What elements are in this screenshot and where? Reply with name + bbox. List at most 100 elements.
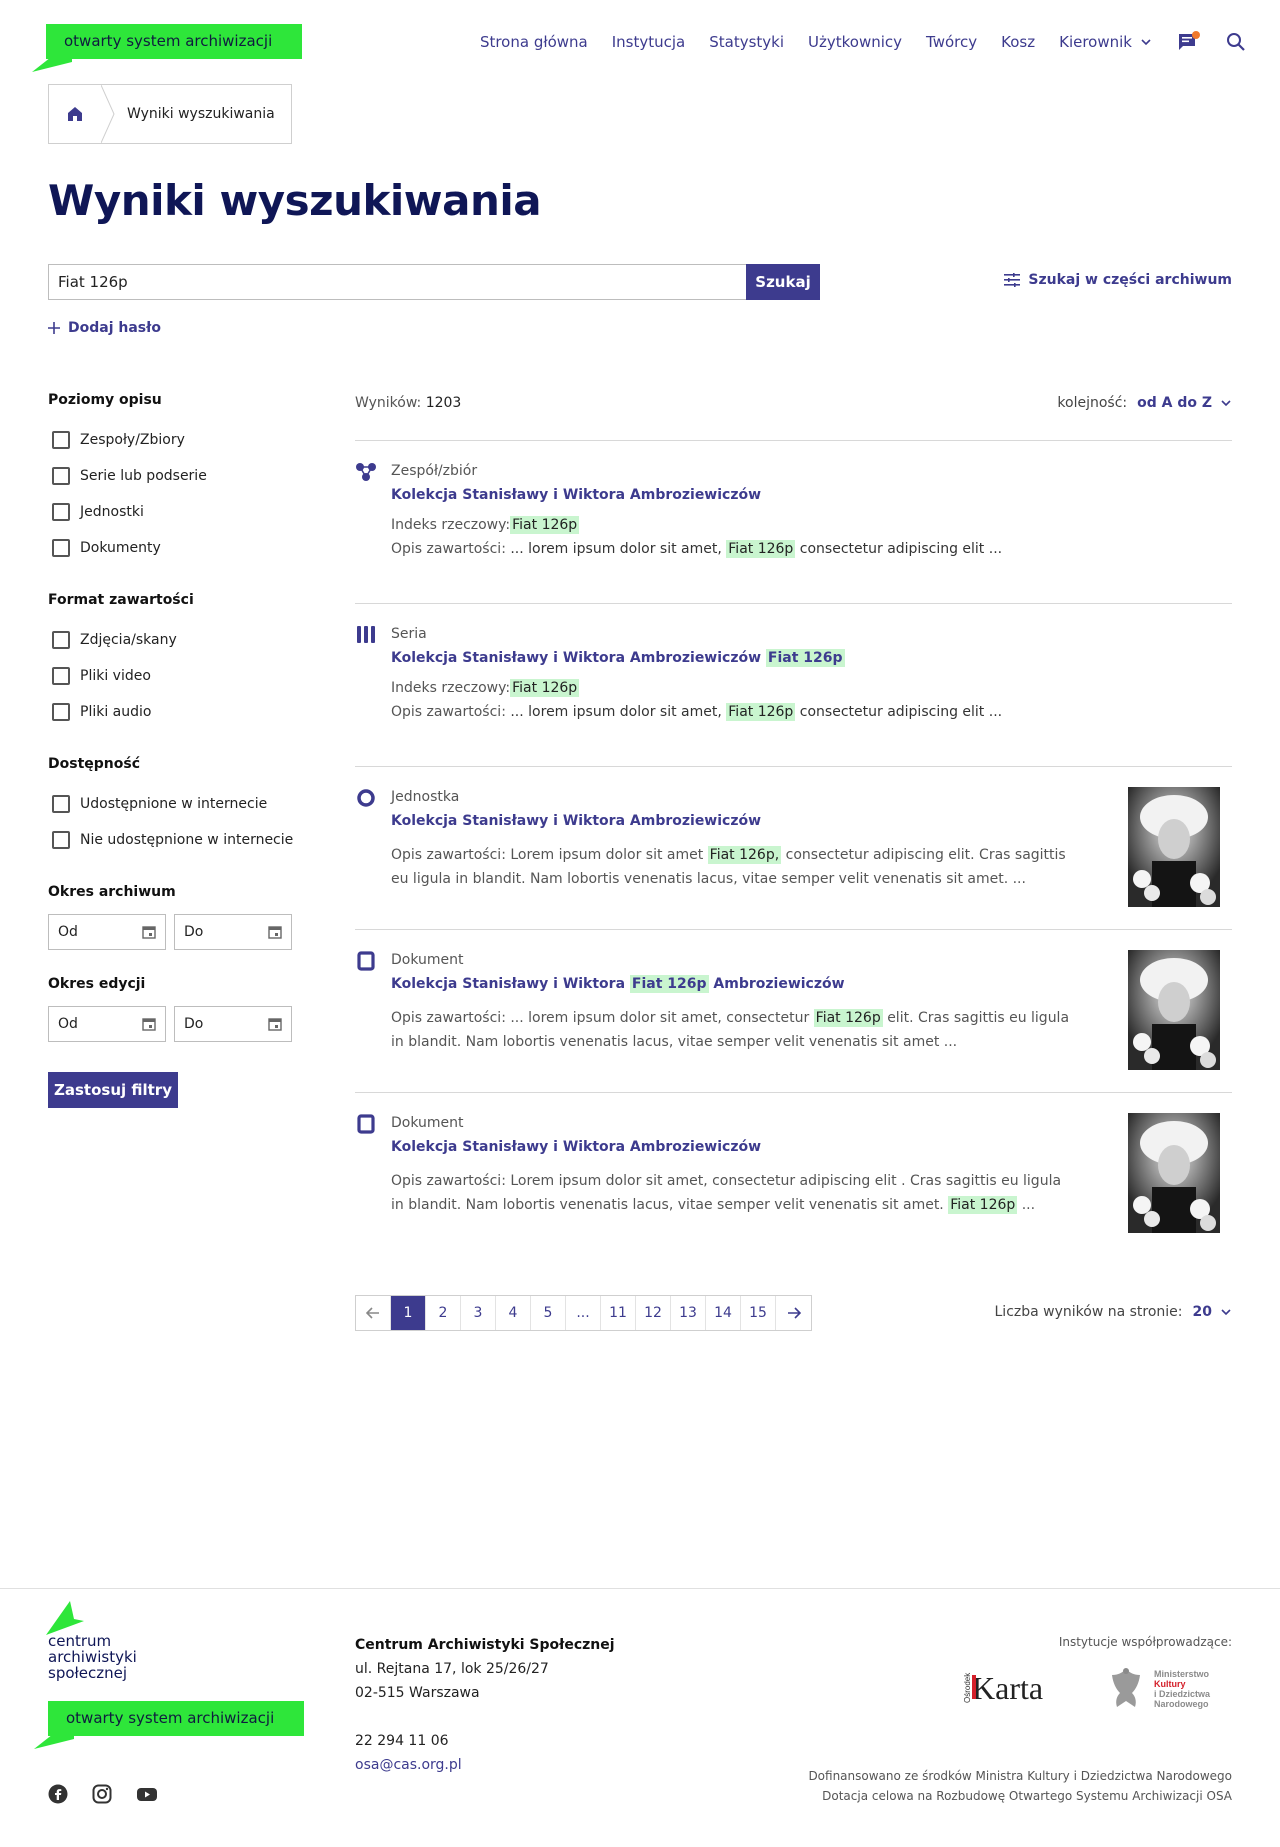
email-link[interactable]: osa@cas.org.pl xyxy=(355,1757,462,1773)
user-menu-label: Kierownik xyxy=(1059,33,1132,51)
checkbox[interactable] xyxy=(52,503,70,521)
checkbox[interactable] xyxy=(52,703,70,721)
address-line: ul. Rejtana 17, lok 25/26/27 xyxy=(355,1661,549,1677)
page-button[interactable]: 11 xyxy=(601,1296,636,1330)
date-to-field[interactable]: Do xyxy=(174,1006,292,1042)
search-input[interactable] xyxy=(48,264,746,300)
filter-option[interactable]: Zespoły/Zbiory xyxy=(48,422,308,458)
filter-title: Poziomy opisu xyxy=(48,392,162,408)
result-title-text: Kolekcja Stanisławy i Wiktora xyxy=(391,976,626,992)
date-placeholder: Od xyxy=(58,924,78,940)
apply-filters-button[interactable]: Zastosuj filtry xyxy=(48,1072,178,1108)
osa-logo[interactable]: otwarty system archiwizacji xyxy=(32,24,302,72)
result-index: Indeks rzeczowy: Fiat 126p xyxy=(391,679,580,697)
partial-search-link[interactable]: Szukaj w części archiwum xyxy=(1004,272,1232,288)
checkbox[interactable] xyxy=(52,795,70,813)
breadcrumb-home[interactable] xyxy=(49,85,101,143)
page-button[interactable]: 12 xyxy=(636,1296,671,1330)
calendar-icon xyxy=(142,926,156,939)
search-submit-button[interactable]: Szukaj xyxy=(746,264,820,300)
page-button[interactable]: 2 xyxy=(426,1296,461,1330)
chevron-down-icon xyxy=(1141,39,1151,46)
date-from-field[interactable]: Od xyxy=(48,914,166,950)
document-icon xyxy=(357,1114,375,1134)
ministry-logo[interactable]: Ministerstwo Kultury i Dziedzictwa Narod… xyxy=(1104,1665,1232,1713)
filter-option[interactable]: Zdjęcia/skany xyxy=(48,622,308,658)
date-from-field[interactable]: Od xyxy=(48,1006,166,1042)
add-term-button[interactable]: Dodaj hasło xyxy=(48,320,161,336)
breadcrumb-current: Wyniki wyszukiwania xyxy=(127,106,275,122)
filter-title: Okres archiwum xyxy=(48,884,176,900)
checkbox[interactable] xyxy=(52,631,70,649)
result-type: Zespół/zbiór xyxy=(391,463,478,479)
filter-option[interactable]: Pliki video xyxy=(48,658,308,694)
search-highlight: Fiat 126p xyxy=(510,516,580,534)
filter-option[interactable]: Udostępnione w internecie xyxy=(48,786,308,822)
filter-option[interactable]: Pliki audio xyxy=(48,694,308,730)
nav-trash[interactable]: Kosz xyxy=(1001,33,1035,51)
sort-label: kolejność: xyxy=(1057,395,1128,411)
calendar-icon xyxy=(142,1018,156,1031)
page-button[interactable]: 4 xyxy=(496,1296,531,1330)
checkbox[interactable] xyxy=(52,831,70,849)
result-title-link[interactable]: Kolekcja Stanisławy i Wiktora Ambroziewi… xyxy=(391,1139,761,1155)
nav-users[interactable]: Użytkownicy xyxy=(808,33,902,51)
option-label: Pliki audio xyxy=(80,704,152,720)
instagram-icon[interactable] xyxy=(92,1784,112,1808)
breadcrumb-separator xyxy=(101,85,115,143)
next-page-button[interactable] xyxy=(776,1296,811,1330)
home-icon xyxy=(68,107,82,121)
cas-logo-line: społecznej xyxy=(48,1664,128,1682)
option-label: Nie udostępnione w internecie xyxy=(80,832,294,848)
messages-button[interactable] xyxy=(1176,30,1200,54)
per-page-control: Liczba wyników na stronie: 20 xyxy=(995,1304,1233,1320)
result-title-link[interactable]: Kolekcja Stanisławy i Wiktora Ambroziewi… xyxy=(391,649,845,667)
filter-option[interactable]: Dokumenty xyxy=(48,530,308,566)
arrow-right-icon xyxy=(787,1307,801,1319)
per-page-dropdown[interactable]: 20 xyxy=(1193,1304,1232,1320)
results-count-label: Wyników: xyxy=(355,395,422,411)
result-description: Opis zawartości: Lorem ipsum dolor sit a… xyxy=(391,843,1071,891)
checkbox[interactable] xyxy=(52,667,70,685)
search-highlight: Fiat 126p xyxy=(813,1009,883,1027)
youtube-icon[interactable] xyxy=(136,1784,158,1808)
result-title-link[interactable]: Kolekcja Stanisławy i Wiktora Fiat 126p … xyxy=(391,975,845,993)
user-menu[interactable]: Kierownik xyxy=(1059,33,1152,51)
filter-option[interactable]: Jednostki xyxy=(48,494,308,530)
search-button[interactable] xyxy=(1224,30,1248,54)
nav-creators[interactable]: Twórcy xyxy=(926,33,977,51)
karta-logo[interactable]: Ośrodek Karta xyxy=(958,1667,1068,1707)
filter-title: Dostępność xyxy=(48,756,140,772)
page-button[interactable]: 14 xyxy=(706,1296,741,1330)
footer: centrum archiwistyki społecznej otwarty … xyxy=(0,1588,1280,1847)
result-title-link[interactable]: Kolekcja Stanisławy i Wiktora Ambroziewi… xyxy=(391,813,761,829)
page-title: Wyniki wyszukiwania xyxy=(48,176,542,225)
checkbox[interactable] xyxy=(52,539,70,557)
result-type: Dokument xyxy=(391,952,464,968)
result-thumbnail[interactable] xyxy=(1128,1113,1220,1233)
result-thumbnail[interactable] xyxy=(1128,950,1220,1070)
result-title-text: Ambroziewiczów xyxy=(713,976,845,992)
prev-page-button[interactable] xyxy=(356,1296,391,1330)
page-button[interactable]: 1 xyxy=(391,1296,426,1330)
logo-text: otwarty system archiwizacji xyxy=(46,24,302,59)
org-name: Centrum Archiwistyki Społecznej xyxy=(355,1637,615,1653)
date-to-field[interactable]: Do xyxy=(174,914,292,950)
sort-dropdown[interactable]: od A do Z xyxy=(1137,395,1232,411)
page-button[interactable]: 13 xyxy=(671,1296,706,1330)
checkbox[interactable] xyxy=(52,431,70,449)
filter-option[interactable]: Serie lub podserie xyxy=(48,458,308,494)
option-label: Serie lub podserie xyxy=(80,468,207,484)
result-thumbnail[interactable] xyxy=(1128,787,1220,907)
result-title-link[interactable]: Kolekcja Stanisławy i Wiktora Ambroziewi… xyxy=(391,487,761,503)
page-button[interactable]: 5 xyxy=(531,1296,566,1330)
page-button[interactable]: 3 xyxy=(461,1296,496,1330)
filter-option[interactable]: Nie udostępnione w internecie xyxy=(48,822,308,858)
facebook-icon[interactable] xyxy=(48,1784,68,1808)
result-item: Dokument Kolekcja Stanisławy i Wiktora F… xyxy=(355,929,1232,1092)
nav-home[interactable]: Strona główna xyxy=(480,33,588,51)
checkbox[interactable] xyxy=(52,467,70,485)
page-button[interactable]: 15 xyxy=(741,1296,776,1330)
nav-statistics[interactable]: Statystyki xyxy=(709,33,784,51)
nav-institution[interactable]: Instytucja xyxy=(612,33,686,51)
